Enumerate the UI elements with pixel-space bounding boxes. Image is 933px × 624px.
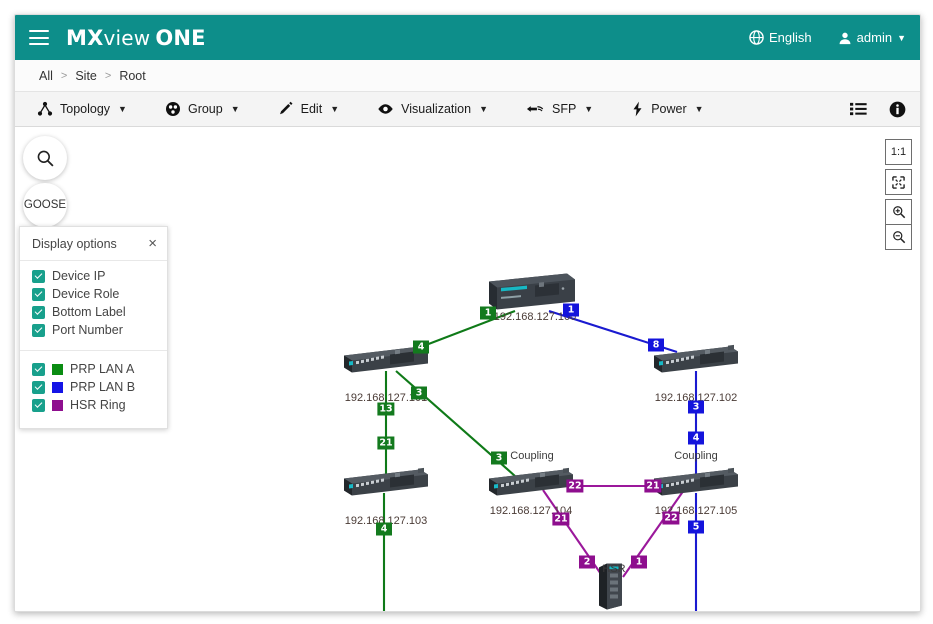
chevron-down-icon: ▼ [584, 104, 593, 114]
port-badge[interactable]: 22 [566, 480, 583, 493]
toolbar-right-actions [850, 101, 906, 118]
logo-mx: MX [66, 26, 104, 50]
port-badge[interactable]: 22 [662, 512, 679, 525]
device-role-label: Coupling [674, 450, 717, 462]
chevron-down-icon: ▼ [330, 104, 339, 114]
chevron-down-icon: ▼ [231, 104, 240, 114]
menu-visualization-label: Visualization [401, 102, 471, 116]
port-badge[interactable]: 3 [411, 387, 427, 400]
lightning-icon [631, 101, 644, 117]
menu-topology[interactable]: Topology ▼ [37, 101, 127, 117]
port-badge[interactable]: 4 [376, 523, 392, 536]
port-badge[interactable]: 2 [579, 556, 595, 569]
menu-sfp-label: SFP [552, 102, 576, 116]
chevron-down-icon: ▼ [479, 104, 488, 114]
switch-icon [650, 465, 742, 499]
device-192-168-127-103[interactable] [340, 465, 432, 504]
port-badge[interactable]: 21 [377, 437, 394, 450]
port-badge[interactable]: 1 [480, 307, 496, 320]
device-192-168-127-104[interactable] [485, 465, 577, 504]
topology-icon [37, 101, 53, 117]
chevron-down-icon: ▼ [695, 104, 704, 114]
language-label: English [769, 30, 812, 45]
hamburger-icon[interactable] [29, 30, 49, 45]
topology-canvas[interactable]: GOOSE 1:1 [15, 127, 920, 612]
breadcrumb: All > Site > Root [15, 60, 920, 92]
main-toolbar: Topology ▼ Group ▼ Edit ▼ Visualiza [15, 92, 920, 127]
port-badge[interactable]: 8 [648, 339, 664, 352]
port-badge[interactable]: 1 [631, 556, 647, 569]
pencil-icon [278, 101, 294, 117]
language-selector[interactable]: English [749, 30, 812, 45]
list-view-icon[interactable] [850, 102, 867, 116]
logo-view: view [104, 26, 151, 50]
switch-icon [340, 465, 432, 499]
device-192-168-127-105[interactable] [650, 465, 742, 504]
breadcrumb-item-all[interactable]: All [39, 69, 53, 83]
globe-icon [749, 30, 764, 45]
breadcrumb-item-root[interactable]: Root [119, 69, 145, 83]
menu-sfp[interactable]: SFP ▼ [526, 102, 593, 116]
sfp-icon [526, 102, 545, 116]
menu-power-label: Power [651, 102, 686, 116]
menu-topology-label: Topology [60, 102, 110, 116]
user-menu[interactable]: admin ▼ [838, 30, 906, 45]
menu-edit[interactable]: Edit ▼ [278, 101, 339, 117]
chevron-down-icon: ▼ [118, 104, 127, 114]
menu-power[interactable]: Power ▼ [631, 101, 703, 117]
menu-visualization[interactable]: Visualization ▼ [377, 101, 488, 117]
app-logo: MXviewONE [66, 26, 206, 50]
port-badge[interactable]: 4 [413, 341, 429, 354]
port-badge[interactable]: 1 [563, 304, 579, 317]
group-icon [165, 101, 181, 117]
breadcrumb-item-site[interactable]: Site [75, 69, 97, 83]
app-header: MXviewONE English admin ▼ [15, 15, 920, 60]
menu-edit-label: Edit [301, 102, 323, 116]
mxview-window: MXviewONE English admin ▼ Al [14, 14, 921, 612]
port-badge[interactable]: 4 [688, 432, 704, 445]
info-icon[interactable] [889, 101, 906, 118]
port-badge[interactable]: 5 [688, 521, 704, 534]
logo-one: ONE [155, 26, 205, 50]
device-role-label: HSR [602, 563, 625, 575]
chevron-down-icon: ▼ [897, 33, 906, 43]
breadcrumb-separator: > [105, 70, 111, 82]
eye-icon [377, 101, 394, 117]
breadcrumb-separator: > [61, 70, 67, 82]
header-actions: English admin ▼ [749, 30, 906, 45]
port-badge[interactable]: 21 [644, 480, 661, 493]
port-badge[interactable]: 3 [688, 401, 704, 414]
port-badge[interactable]: 3 [491, 452, 507, 465]
port-badge[interactable]: 13 [377, 403, 394, 416]
menu-group[interactable]: Group ▼ [165, 101, 240, 117]
device-role-label: Coupling [510, 450, 553, 462]
topology-links [15, 127, 920, 612]
menu-group-label: Group [188, 102, 223, 116]
user-icon [838, 31, 852, 45]
port-badge[interactable]: 21 [552, 513, 569, 526]
switch-icon [485, 465, 577, 499]
user-label: admin [857, 30, 892, 45]
